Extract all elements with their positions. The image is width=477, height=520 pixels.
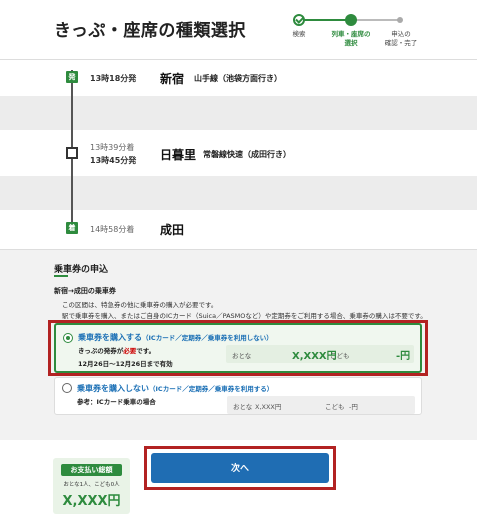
option-title-note: （ICカード／定期券／乗車券を利用する） bbox=[149, 385, 274, 393]
price-box: おとな X,XXX円 こども -円 bbox=[227, 396, 415, 414]
step-connector bbox=[351, 19, 401, 21]
next-button[interactable]: 次へ bbox=[151, 453, 329, 483]
arrival-marker-icon: 着 bbox=[66, 222, 78, 234]
ticket-route-label: 新宿→成田の乗車券 bbox=[54, 287, 116, 295]
radio-no-ticket[interactable] bbox=[62, 383, 72, 393]
adult-label: おとな bbox=[233, 403, 253, 411]
step-label-line: 確認・完了 bbox=[384, 39, 418, 47]
step-label-line: 申込の bbox=[391, 30, 411, 38]
option-no-title: 乗車券を購入しない（ICカード／定期券／乗車券を利用する） bbox=[77, 383, 273, 394]
departure-marker-icon: 発 bbox=[66, 71, 78, 83]
step-connector bbox=[299, 19, 351, 21]
highlight-frame: 次へ bbox=[144, 446, 336, 490]
arrival-time: 14時58分着 bbox=[90, 225, 135, 234]
transfer-depart-time: 13時45分発 bbox=[90, 156, 137, 165]
step-current-dot bbox=[345, 14, 357, 26]
child-label: こども bbox=[325, 403, 345, 411]
step-label-search: 検索 bbox=[292, 30, 306, 38]
option-no-ticket[interactable]: 乗車券を購入しない（ICカード／定期券／乗車券を利用する） 参考：ICカード乗車… bbox=[54, 377, 422, 415]
ticket-note: 駅で乗車券を購入、またはご自身のICカード（Suica／PASMOなど）や定期券… bbox=[62, 312, 427, 320]
step-label-line: 列車・座席の bbox=[331, 30, 371, 38]
step-label-select: 列車・座席の 選択 bbox=[327, 30, 375, 48]
transfer-line: 常磐線快速（成田行き） bbox=[203, 150, 291, 159]
option-title-text: 乗車券を購入しない bbox=[77, 384, 149, 393]
payment-total-amount: X,XXX円 bbox=[62, 494, 121, 509]
payment-total-title: お支払い総額 bbox=[61, 464, 122, 476]
highlight-frame bbox=[48, 320, 428, 376]
transfer-station: 日暮里 bbox=[160, 148, 197, 162]
progress-steps: 検索 列車・座席の 選択 申込の 確認・完了 bbox=[285, 12, 435, 52]
departure-time: 13時18分発 bbox=[90, 74, 137, 83]
transfer-marker-icon bbox=[66, 147, 78, 159]
step-check-icon bbox=[293, 14, 305, 26]
step-label-confirm: 申込の 確認・完了 bbox=[381, 30, 421, 48]
header: きっぷ・座席の種類選択 検索 列車・座席の 選択 申込の 確認・完了 bbox=[0, 0, 477, 60]
option-no-desc: 参考：ICカード乗車の場合 bbox=[77, 398, 156, 406]
adult-price: X,XXX円 bbox=[255, 403, 282, 411]
arrival-station: 成田 bbox=[160, 223, 185, 237]
footer: お支払い総額 おとな1人、こども0人 X,XXX円 次へ bbox=[0, 440, 477, 520]
payment-total-card: お支払い総額 おとな1人、こども0人 X,XXX円 bbox=[53, 458, 130, 514]
transfer-arrive-time: 13時39分着 bbox=[90, 143, 135, 152]
step-label-line: 選択 bbox=[344, 39, 358, 47]
passenger-count: おとな1人、こども0人 bbox=[63, 482, 120, 488]
ticket-section-title: 乗車券の申込 bbox=[54, 265, 109, 275]
child-price: -円 bbox=[349, 403, 358, 411]
ticket-note: この区間は、特急券の他に乗車券の購入が必要です。 bbox=[62, 301, 218, 309]
page-title: きっぷ・座席の種類選択 bbox=[54, 21, 246, 41]
departure-station: 新宿 bbox=[160, 72, 185, 86]
step-pending-dot bbox=[397, 17, 403, 23]
title-underline bbox=[54, 275, 68, 277]
departure-line: 山手線（池袋方面行き） bbox=[194, 74, 282, 83]
